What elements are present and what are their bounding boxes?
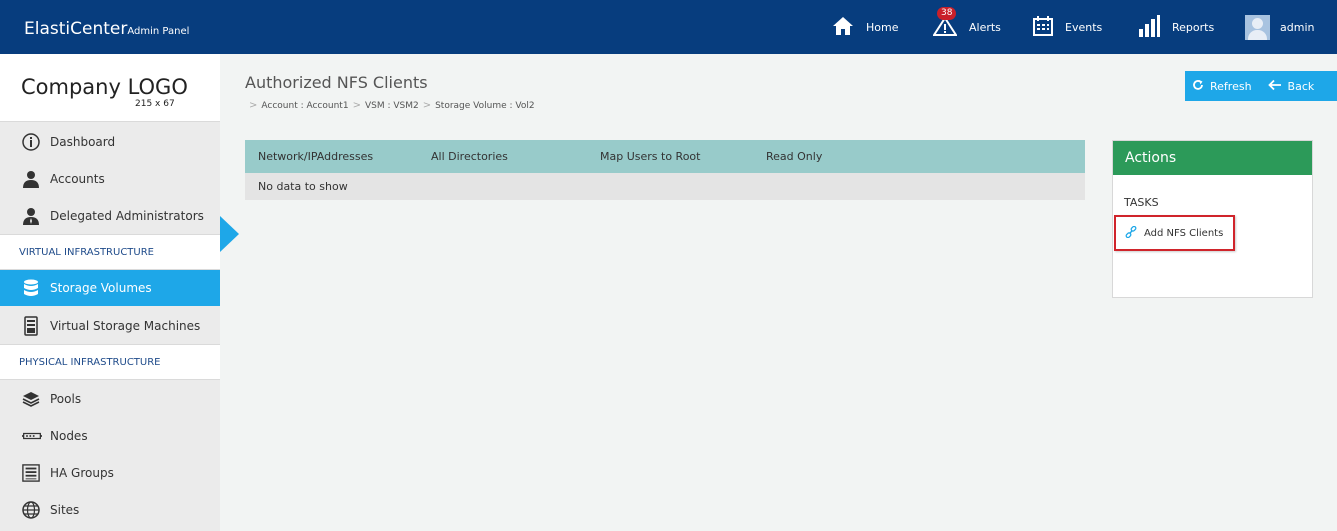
sidebar-item-delegated-administrators[interactable]: Delegated Administrators [0,197,220,234]
company-logo: Company LOGO 215 x 67 [0,54,220,122]
server-icon [22,315,40,336]
user-menu[interactable]: admin [1245,0,1314,54]
nav-home-label: Home [866,20,899,34]
sidebar-item-label: Sites [50,502,80,517]
column-network-ip[interactable]: Network/IPAddresses [258,150,373,163]
database-icon [22,279,40,297]
refresh-button[interactable]: Refresh [1192,79,1252,94]
column-read-only[interactable]: Read Only [766,150,822,163]
refresh-icon [1192,79,1204,94]
add-nfs-clients-label: Add NFS Clients [1144,227,1224,239]
sidebar-item-label: HA Groups [50,465,114,480]
nfs-clients-table: Network/IPAddresses All Directories Map … [245,140,1085,200]
sidebar-item-virtual-storage-machines[interactable]: Virtual Storage Machines [0,307,220,344]
action-button-bar: Refresh Back [1185,71,1337,101]
sidebar-item-label: Delegated Administrators [50,208,204,223]
sidebar-item-label: Accounts [50,171,105,186]
refresh-label: Refresh [1210,79,1252,93]
breadcrumb-storage-volume[interactable]: Storage Volume : Vol2 [435,101,535,111]
sidebar-item-nodes[interactable]: Nodes [0,417,220,454]
column-all-directories[interactable]: All Directories [431,150,508,163]
admin-user-icon [22,207,40,225]
table-header: Network/IPAddresses All Directories Map … [245,140,1085,173]
nav-reports[interactable]: Reports [1138,0,1214,54]
column-map-users-to-root[interactable]: Map Users to Root [600,150,700,163]
breadcrumb-separator-icon: > [422,100,432,111]
sidebar-item-label: Dashboard [50,134,116,149]
calendar-icon [1033,15,1053,39]
nav-events-label: Events [1065,20,1103,34]
user-avatar [1245,14,1270,40]
alerts-count-badge: 38 [937,7,957,20]
info-circle-icon [22,132,40,151]
sidebar-item-pools[interactable]: Pools [0,380,220,417]
sidebar-item-storage-volumes[interactable]: Storage Volumes [0,270,220,306]
home-icon [832,16,854,39]
page-title: Authorized NFS Clients [245,73,428,92]
arrow-left-icon [1267,79,1282,94]
brand-subtitle: Admin Panel [127,26,190,37]
active-item-arrow [220,216,239,252]
layers-icon [22,390,40,408]
sidebar-item-dashboard[interactable]: Dashboard [0,123,220,160]
breadcrumb: > Account : Account1 > VSM : VSM2 > Stor… [245,100,535,111]
rack-icon [22,463,40,482]
sidebar-item-ha-groups[interactable]: HA Groups [0,454,220,491]
globe-icon [22,500,40,519]
section-physical-infrastructure: PHYSICAL INFRASTRUCTURE [0,344,220,380]
breadcrumb-separator-icon: > [249,100,258,111]
bar-chart-icon [1138,14,1160,40]
nav-home[interactable]: Home [832,0,898,54]
brand-name: ElastiCenter [24,19,128,39]
breadcrumb-vsm[interactable]: VSM : VSM2 [365,101,419,111]
sidebar-item-label: Storage Volumes [50,281,152,295]
nav-events[interactable]: Events [1033,0,1102,54]
breadcrumb-account[interactable]: Account : Account1 [261,101,348,111]
node-icon [22,427,42,445]
section-virtual-infrastructure: VIRTUAL INFRASTRUCTURE [0,234,220,270]
top-navbar: ElastiCenterAdmin Panel Home Alerts 38 E… [0,0,1337,54]
sidebar-item-label: Nodes [50,428,88,443]
user-name: admin [1280,20,1315,34]
link-icon [1125,225,1137,241]
logo-text: Company LOGO [21,75,188,99]
back-label: Back [1287,79,1315,93]
sidebar-item-accounts[interactable]: Accounts [0,160,220,197]
breadcrumb-separator-icon: > [352,100,361,111]
brand-logo[interactable]: ElastiCenterAdmin Panel [24,19,189,39]
sidebar: Company LOGO 215 x 67 Dashboard Accounts… [0,54,220,531]
nav-reports-label: Reports [1172,20,1215,34]
actions-panel: Actions TASKS Add NFS Clients [1112,140,1313,298]
empty-table-row: No data to show [245,173,1085,200]
user-icon [22,170,40,188]
back-button[interactable]: Back [1267,79,1315,94]
actions-title: Actions [1113,141,1312,175]
add-nfs-clients-link[interactable]: Add NFS Clients [1114,215,1235,251]
tasks-label: TASKS [1124,196,1159,209]
sidebar-item-label: Pools [50,391,82,406]
nav-alerts-label: Alerts [969,20,1001,34]
logo-size: 215 x 67 [135,99,175,109]
sidebar-item-label: Virtual Storage Machines [50,318,201,333]
sidebar-item-sites[interactable]: Sites [0,491,220,528]
